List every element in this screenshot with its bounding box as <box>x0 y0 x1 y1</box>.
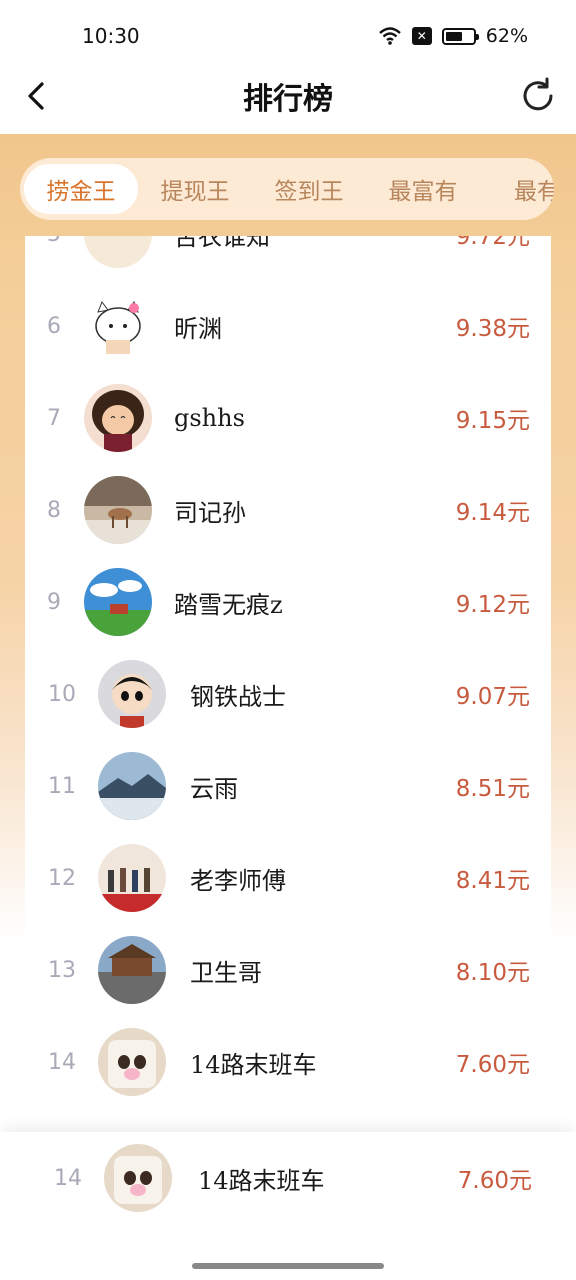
refresh-button[interactable] <box>516 74 560 118</box>
page-title: 排行榜 <box>243 82 333 117</box>
username: 钢铁战士 <box>190 682 286 711</box>
tab-1[interactable]: 提现王 <box>138 164 252 214</box>
amount: 9.15元 <box>455 408 530 434</box>
category-tab-bar: 捞金王 提现王 签到王 最富有 最有 <box>20 158 554 220</box>
user-avatar[interactable]: 大自然 <box>84 236 152 268</box>
status-icons: ✕ 62% <box>378 25 528 47</box>
amount: 7.60元 <box>455 1052 530 1078</box>
status-time: 10:30 <box>82 24 140 48</box>
leaderboard-row[interactable]: 6 昕渊 9.38元 <box>0 280 576 372</box>
user-avatar[interactable] <box>84 292 152 360</box>
username: 14路末班车 <box>190 1050 317 1079</box>
rank-number: 10 <box>48 681 76 707</box>
amount: 8.10元 <box>455 960 530 986</box>
tab-3[interactable]: 最富有 <box>366 164 480 214</box>
username: 老李师傅 <box>190 866 286 895</box>
user-avatar[interactable] <box>84 476 152 544</box>
leaderboard-row[interactable]: 9 踏雪无痕z 9.12元 <box>0 556 576 648</box>
amount: 9.14元 <box>455 500 530 526</box>
leaderboard-row[interactable]: 7 gshhs 9.15元 <box>0 372 576 464</box>
amount: 9.12元 <box>455 592 530 618</box>
leaderboard-row[interactable]: 10 钢铁战士 9.07元 <box>0 648 576 740</box>
leaderboard-row[interactable]: 14 14路末班车 7.60元 <box>0 1016 576 1108</box>
my-username: 14路末班车 <box>198 1166 325 1195</box>
user-avatar[interactable] <box>98 844 166 912</box>
username: 舌衣谁知 <box>174 236 270 251</box>
my-avatar <box>104 1144 172 1212</box>
rank-number: 13 <box>48 957 76 983</box>
back-button[interactable] <box>14 74 58 118</box>
rank-number: 5 <box>34 236 74 280</box>
rank-number: 12 <box>48 865 76 891</box>
tab-0[interactable]: 捞金王 <box>24 164 138 214</box>
tab-4[interactable]: 最有 <box>480 164 554 214</box>
rank-number: 11 <box>48 773 76 799</box>
username: 踏雪无痕z <box>174 590 283 619</box>
username: 云雨 <box>190 774 238 803</box>
battery-icon <box>441 27 479 45</box>
rank-number: 9 <box>47 589 61 615</box>
username: 昕渊 <box>174 314 222 343</box>
user-avatar[interactable] <box>98 752 166 820</box>
user-avatar[interactable] <box>98 936 166 1004</box>
home-indicator[interactable] <box>192 1263 384 1269</box>
leaderboard-row[interactable]: 8 司记孙 9.14元 <box>0 464 576 556</box>
refresh-icon <box>523 77 553 111</box>
rank-number: 7 <box>47 405 61 431</box>
amount: 9.38元 <box>455 316 530 342</box>
amount: 9.07元 <box>455 684 530 710</box>
notification-x-icon: ✕ <box>411 27 432 45</box>
amount: 9.72元 <box>455 236 530 250</box>
rank-number: 6 <box>47 313 61 339</box>
battery-percent: 62% <box>485 25 528 47</box>
rank-number: 8 <box>47 497 61 523</box>
amount: 8.51元 <box>455 776 530 802</box>
user-avatar[interactable] <box>84 384 152 452</box>
my-amount: 7.60元 <box>457 1168 532 1194</box>
rank-number: 14 <box>48 1049 76 1075</box>
leaderboard-row[interactable]: 11 云雨 8.51元 <box>0 740 576 832</box>
username: 司记孙 <box>174 498 246 527</box>
user-avatar[interactable] <box>98 660 166 728</box>
wifi-icon <box>378 26 402 46</box>
leaderboard-row[interactable]: 13 卫生哥 8.10元 <box>0 924 576 1016</box>
tab-2[interactable]: 签到王 <box>252 164 366 214</box>
amount: 8.41元 <box>455 868 530 894</box>
leaderboard-row[interactable]: 5 大自然 舌衣谁知 9.72元 <box>0 236 576 280</box>
user-avatar[interactable] <box>98 1028 166 1096</box>
username: 卫生哥 <box>190 958 262 987</box>
leaderboard-list[interactable]: 5 大自然 舌衣谁知 9.72元 6 昕渊 9.38元 7 gshhs 9.15元 8 司记孙 9.14… <box>0 236 576 1132</box>
my-rank-row: 14 14路末班车 7.60元 <box>0 1132 576 1234</box>
username: gshhs <box>174 404 245 432</box>
my-rank-number: 14 <box>54 1165 82 1191</box>
user-avatar[interactable] <box>84 568 152 636</box>
chevron-left-icon <box>28 82 44 110</box>
app-header: 排行榜 <box>0 60 576 132</box>
leaderboard-row[interactable]: 12 老李师傅 8.41元 <box>0 832 576 924</box>
